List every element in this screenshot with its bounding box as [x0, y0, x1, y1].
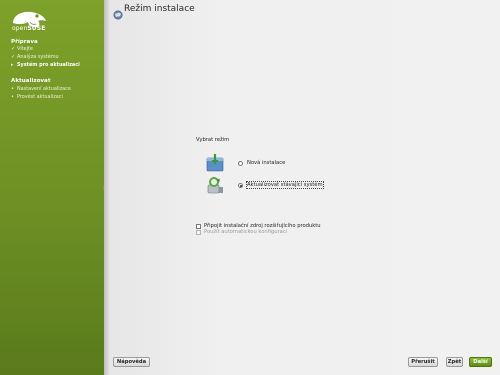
option-update-system[interactable]: Aktualizovat stávající systém [238, 180, 325, 190]
next-button[interactable]: Další [469, 357, 492, 367]
add-on-product-checkbox[interactable] [196, 223, 201, 229]
sidebar-resize-handle[interactable] [103, 186, 106, 190]
step-system-pro-aktualizaci: ▸ Systém pro aktualizaci [11, 62, 80, 68]
installer-globe-icon [113, 5, 123, 20]
step-vitejte: ✓ Vítejte [11, 46, 33, 52]
opensuse-logo-text: openSUSE [12, 25, 46, 32]
abort-button[interactable]: Přerušit [408, 357, 438, 367]
sidebar: openSUSE Příprava ✓ Vítejte ✓ Analýza sy… [0, 0, 104, 375]
mode-group-label: Vybrat režim [196, 137, 230, 143]
step-provest-aktualizaci: • Provést aktualizaci [11, 94, 63, 100]
update-system-radio[interactable] [238, 182, 243, 188]
new-install-label[interactable]: Nová instalace [247, 160, 285, 166]
update-system-label[interactable]: Aktualizovat stávající systém [245, 180, 325, 190]
new-install-radio[interactable] [238, 160, 243, 166]
auto-config-checkbox [196, 229, 201, 235]
step-analyza-systemu: ✓ Analýza systému [11, 54, 59, 60]
help-button[interactable]: Nápověda [113, 357, 150, 367]
update-system-icon [205, 176, 225, 194]
auto-config-checkbox-row: Použít automatickou konfiguraci [196, 229, 287, 235]
page-title: Režim instalace [124, 4, 195, 14]
back-button[interactable]: Zpět [446, 357, 463, 367]
auto-config-label: Použít automatickou konfiguraci [204, 229, 288, 235]
new-install-icon [205, 154, 225, 172]
option-new-install[interactable]: Nová instalace [238, 160, 285, 166]
step-nastaveni-aktualizace: • Nastavení aktualizace [11, 86, 71, 92]
section-title-aktualizovat: Aktualizovat [11, 78, 51, 84]
